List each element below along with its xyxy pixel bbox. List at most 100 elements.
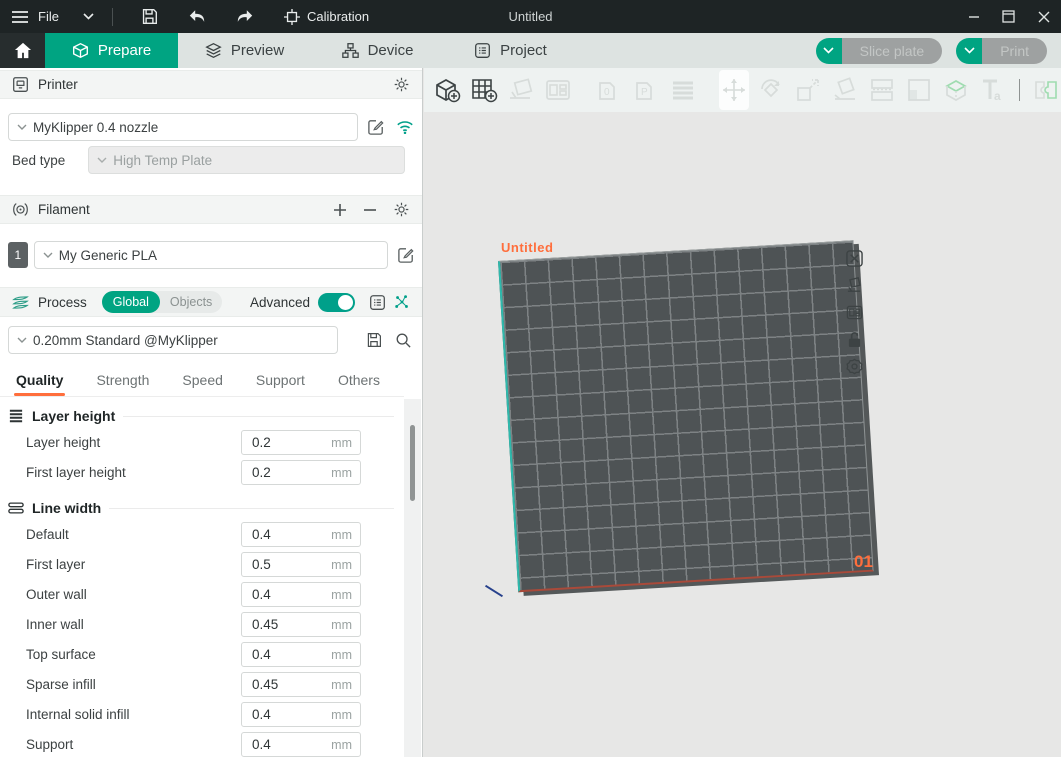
default-line-width-input[interactable]: mm [241,522,361,547]
first-layer-height-input[interactable]: mm [241,460,361,485]
process-scope-toggle[interactable]: Global Objects [102,291,223,313]
edit-filament-icon[interactable] [398,247,414,263]
paste-icon[interactable]: P [631,74,661,107]
process-tabs: Quality Strength Speed Support Others [0,365,404,397]
auto-orient-icon[interactable] [506,74,536,107]
variable-layer-height-icon[interactable] [668,74,698,107]
param-row: Top surface mm [26,642,404,667]
mesh-boolean-icon[interactable] [941,74,971,107]
plate-controls [844,248,864,376]
maximize-button[interactable] [991,0,1026,33]
tab-preview[interactable]: Preview [178,33,311,68]
print-button[interactable]: Print [982,38,1047,64]
arrange-plate-icon[interactable] [844,302,864,322]
scale-icon[interactable] [793,74,823,107]
copy-icon[interactable]: 0 [594,74,624,107]
chevron-down-icon[interactable] [83,13,94,20]
remove-filament-icon[interactable] [363,203,377,217]
param-row: Default mm [26,522,404,547]
outer-wall-line-width-input[interactable]: mm [241,582,361,607]
filament-spool-icon [12,201,29,218]
advanced-toggle[interactable] [318,293,355,312]
printer-icon [12,76,29,93]
add-object-icon[interactable] [432,74,462,107]
split-icon[interactable] [867,74,897,107]
title-bar: File Calibration Untitled [0,0,1061,33]
orient-plate-icon[interactable] [844,275,864,295]
redo-button[interactable] [226,0,264,33]
preview-icon [205,42,222,59]
slice-plate-button[interactable]: Slice plate [842,38,943,64]
process-preset-select[interactable]: 0.20mm Standard @MyKlipper [8,326,338,354]
top-surface-line-width-input[interactable]: mm [241,642,361,667]
delete-plate-icon[interactable] [844,248,864,268]
hamburger-menu-icon[interactable] [12,11,28,23]
tab-strength[interactable]: Strength [96,372,149,396]
close-button[interactable] [1026,0,1061,33]
scope-objects[interactable]: Objects [160,295,222,309]
inner-wall-line-width-input[interactable]: mm [241,612,361,637]
home-button[interactable] [0,33,45,68]
tab-quality[interactable]: Quality [16,372,63,396]
fill-color-icon[interactable] [904,74,934,107]
project-icon [474,42,491,59]
filament-preset-select[interactable]: My Generic PLA [34,241,388,269]
prepare-icon [72,42,89,59]
first-layer-line-width-input[interactable]: mm [241,552,361,577]
assembly-icon[interactable] [1031,74,1061,107]
tab-project[interactable]: Project [444,33,577,68]
tab-support[interactable]: Support [256,372,305,396]
move-icon[interactable] [719,70,749,110]
tab-prepare[interactable]: Prepare [45,33,178,68]
save-preset-icon[interactable] [366,332,382,348]
printer-settings-gear-icon[interactable] [393,76,410,93]
scrollbar-thumb[interactable] [410,425,415,501]
arrange-icon[interactable] [543,74,573,107]
svg-text:P: P [641,87,648,98]
slice-plate-split-button: Slice plate [816,38,943,64]
add-plate-icon[interactable] [469,74,499,107]
parameter-list-icon[interactable] [369,294,386,311]
sparse-infill-line-width-input[interactable]: mm [241,672,361,697]
text-tool-icon[interactable]: a [978,74,1008,107]
printer-connection-wifi-icon[interactable] [396,120,414,134]
filament-slot-badge: 1 [8,242,28,268]
build-plate[interactable] [498,240,874,592]
internal-solid-infill-line-width-input[interactable]: mm [241,702,361,727]
lock-plate-icon[interactable] [844,329,864,349]
search-icon[interactable] [395,332,411,348]
svg-text:a: a [994,89,1001,103]
file-menu[interactable]: File [38,9,59,24]
layer-height-input[interactable]: mm [241,430,361,455]
param-row: Layer height mm [26,430,404,455]
scene-3d[interactable]: Untitled 01 [424,112,1061,757]
bed-type-label: Bed type [12,153,65,168]
scope-global[interactable]: Global [102,291,160,313]
process-section-title: Process [38,295,87,310]
nav-bar: Prepare Preview Device Project Slice pla… [0,33,1061,68]
undo-button[interactable] [178,0,216,33]
param-row: Sparse infill mm [26,672,404,697]
support-line-width-input[interactable]: mm [241,732,361,757]
print-split-button: Print [956,38,1047,64]
compare-presets-icon[interactable] [394,294,410,310]
filament-settings-gear-icon[interactable] [393,201,410,218]
device-icon [342,42,359,59]
save-button[interactable] [131,0,168,33]
print-options-dropdown[interactable] [956,38,982,64]
svg-text:0: 0 [604,87,610,98]
plate-number-label: 01 [854,552,873,572]
bed-type-select[interactable]: High Temp Plate [88,146,405,174]
calibration-button[interactable]: Calibration [274,0,379,33]
add-filament-icon[interactable] [333,203,347,217]
rotate-icon[interactable] [756,74,786,107]
printer-preset-select[interactable]: MyKlipper 0.4 nozzle [8,113,358,141]
lay-on-face-icon[interactable] [830,74,860,107]
edit-printer-icon[interactable] [368,119,384,135]
minimize-button[interactable] [956,0,991,33]
slice-options-dropdown[interactable] [816,38,842,64]
tab-others[interactable]: Others [338,372,380,396]
tab-device[interactable]: Device [311,33,444,68]
tab-speed[interactable]: Speed [182,372,222,396]
plate-settings-icon[interactable] [844,356,864,376]
